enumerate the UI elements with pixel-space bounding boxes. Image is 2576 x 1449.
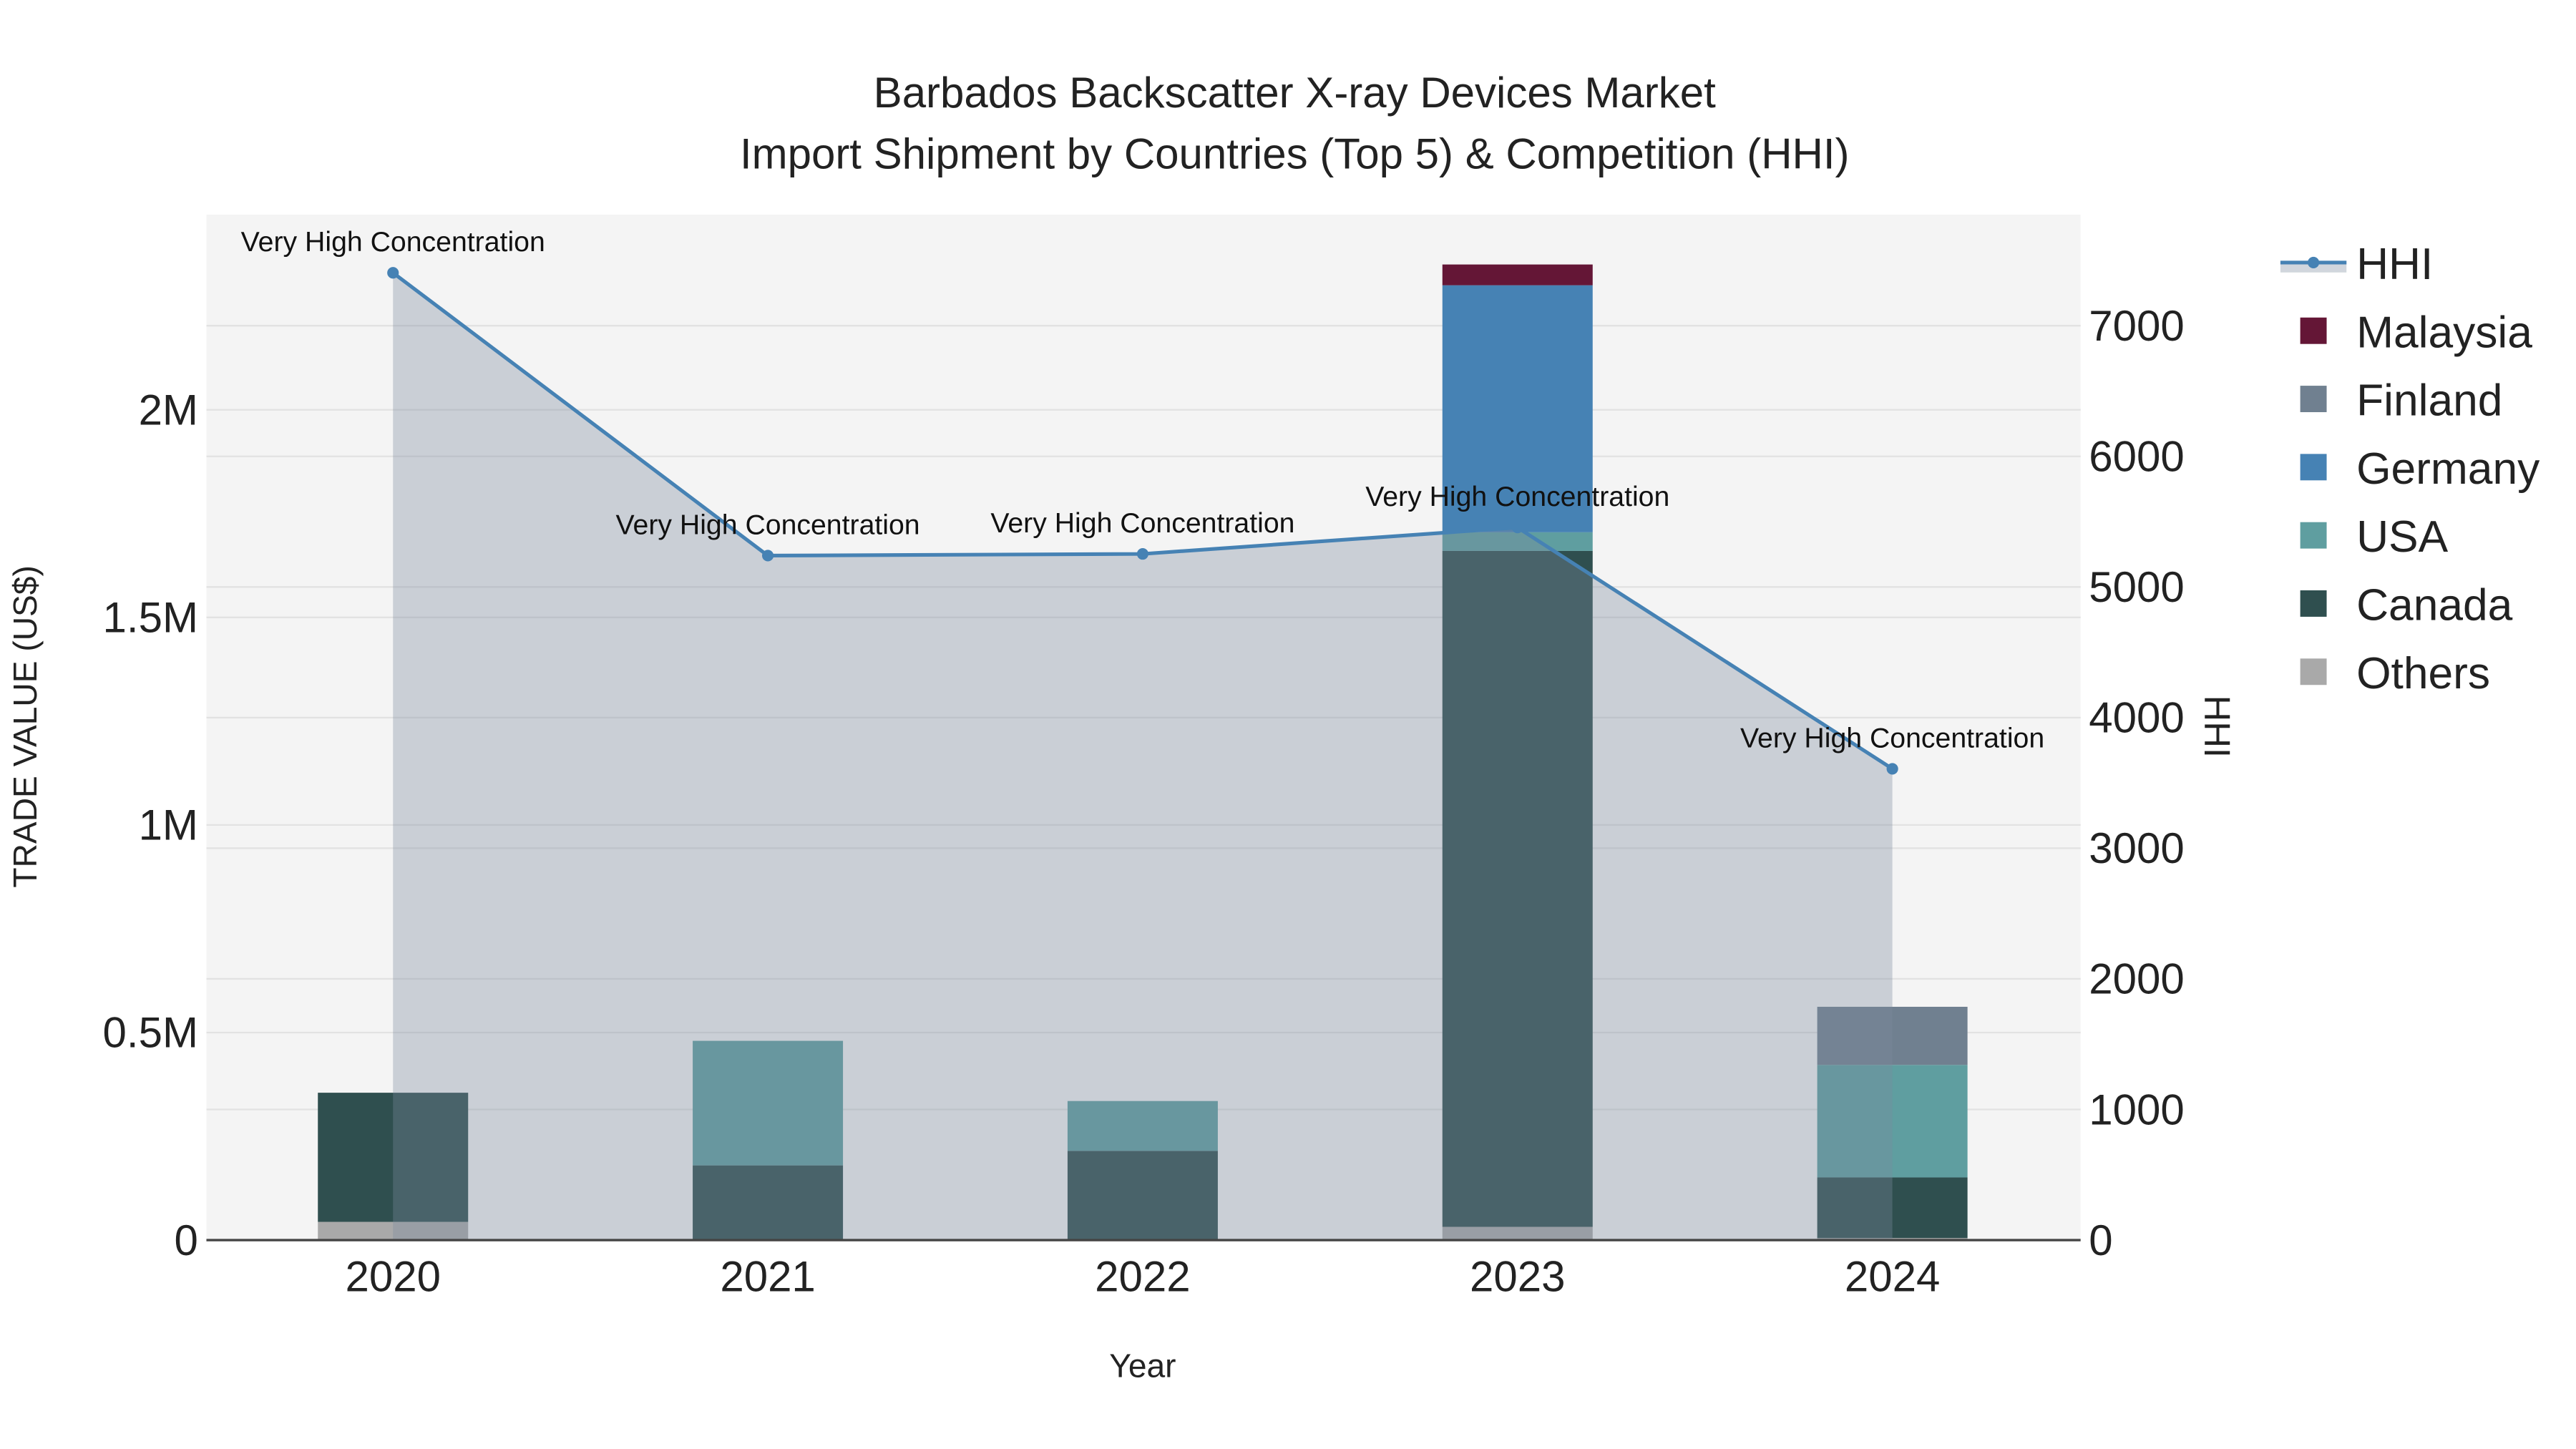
legend-item-germany: Germany (2356, 444, 2540, 494)
hhi-point-2023 (1511, 522, 1523, 534)
hhi-annotation: Very High Concentration (1740, 722, 2044, 753)
legend-hhi-marker-icon (2308, 256, 2320, 268)
chart: Barbados Backscatter X-ray Devices Marke… (6, 69, 2540, 1385)
hhi-annotation: Very High Concentration (241, 226, 545, 258)
y2-tick-label: 4000 (2089, 694, 2184, 742)
legend-swatch-canada (2300, 590, 2327, 617)
y-tick-label: 0.5M (103, 1009, 198, 1057)
hhi-annotation: Very High Concentration (616, 509, 920, 540)
x-axis-title: Year (1109, 1347, 1176, 1385)
x-tick-label: 2024 (1845, 1253, 1940, 1301)
y2-tick-label: 2000 (2089, 955, 2184, 1003)
legend-swatch-finland (2300, 386, 2327, 412)
legend-item-others: Others (2356, 649, 2490, 698)
legend-swatch-malaysia (2300, 317, 2327, 344)
y-tick-label: 1M (139, 801, 198, 849)
legend-swatch-germany (2300, 454, 2327, 481)
legend-item-usa: USA (2356, 512, 2449, 562)
chart-title-line2: Import Shipment by Countries (Top 5) & C… (740, 130, 1850, 177)
legend-item-hhi: HHI (2356, 240, 2433, 289)
hhi-point-2022 (1136, 548, 1148, 560)
bar-malaysia-2023 (1442, 264, 1593, 286)
y-tick-label: 0 (175, 1216, 198, 1264)
y2-tick-label: 3000 (2089, 824, 2184, 872)
legend-swatch-others (2300, 658, 2327, 686)
legend-item-malaysia: Malaysia (2356, 308, 2532, 357)
hhi-annotation: Very High Concentration (990, 507, 1294, 539)
y2-tick-label: 1000 (2089, 1085, 2184, 1133)
legend-item-canada: Canada (2356, 581, 2513, 630)
x-tick-label: 2023 (1470, 1253, 1565, 1301)
legend-item-finland: Finland (2356, 376, 2502, 426)
y-tick-label: 1.5M (103, 594, 198, 642)
x-tick-label: 2022 (1095, 1253, 1190, 1301)
y-tick-label: 2M (139, 386, 198, 434)
y2-axis-title: HHI (2197, 696, 2238, 758)
y2-tick-label: 7000 (2089, 302, 2184, 350)
x-tick-label: 2020 (345, 1253, 440, 1301)
legend-swatch-usa (2300, 522, 2327, 549)
hhi-point-2020 (387, 267, 399, 279)
y2-tick-label: 6000 (2089, 433, 2184, 481)
y2-tick-label: 0 (2089, 1216, 2112, 1264)
y-axis-title: TRADE VALUE (US$) (6, 565, 44, 887)
hhi-point-2021 (762, 550, 774, 562)
hhi-annotation: Very High Concentration (1365, 481, 1669, 512)
chart-title-line1: Barbados Backscatter X-ray Devices Marke… (874, 69, 1716, 117)
x-tick-label: 2021 (720, 1253, 815, 1301)
y2-tick-label: 5000 (2089, 563, 2184, 611)
hhi-point-2024 (1886, 763, 1898, 775)
